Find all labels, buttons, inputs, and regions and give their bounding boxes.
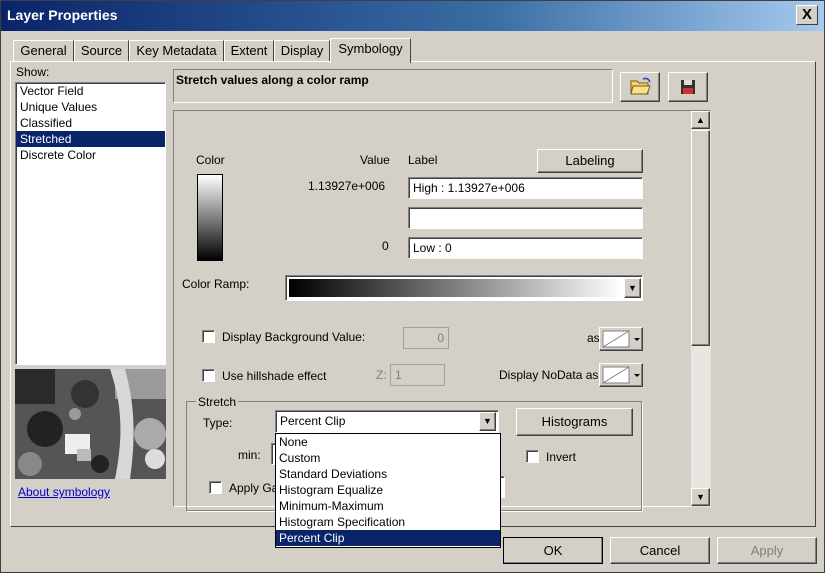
nodata-color-picker[interactable] [599, 363, 643, 387]
background-value-label: Display Background Value: [222, 330, 366, 344]
apply-gamma-label: Apply Ga [229, 481, 279, 495]
stretch-type-options[interactable]: None Custom Standard Deviations Histogra… [275, 433, 501, 548]
background-value-checkbox[interactable] [202, 330, 215, 343]
invert-checkbox[interactable] [526, 450, 539, 463]
stretch-min-label: min: [238, 448, 261, 462]
low-label-input[interactable]: Low : 0 [408, 237, 643, 259]
hillshade-label: Use hillshade effect [222, 369, 327, 383]
option-minimum-maximum[interactable]: Minimum-Maximum [276, 498, 500, 514]
tab-general[interactable]: General [13, 40, 74, 62]
labeling-button[interactable]: Labeling [537, 149, 643, 173]
z-factor-input: 1 [390, 364, 445, 386]
scroll-down-button[interactable]: ▼ [691, 488, 710, 506]
window-title: Layer Properties [7, 7, 118, 23]
option-percent-clip[interactable]: Percent Clip [276, 530, 500, 546]
background-as-label: as [587, 331, 600, 345]
chevron-down-icon[interactable]: ▼ [624, 278, 641, 298]
color-ramp-swatch [289, 279, 623, 297]
list-item-discrete-color[interactable]: Discrete Color [16, 147, 165, 163]
stretch-type-value: Percent Clip [280, 414, 346, 428]
list-item-unique-values[interactable]: Unique Values [16, 99, 165, 115]
low-value: 0 [382, 239, 389, 253]
tab-source[interactable]: Source [74, 40, 129, 62]
about-symbology-link[interactable]: About symbology [18, 485, 110, 499]
stretch-type-dropdown[interactable]: Percent Clip ▼ [275, 410, 499, 433]
list-item-vector-field[interactable]: Vector Field [16, 83, 165, 99]
renderer-description: Stretch values along a color ramp [173, 69, 613, 103]
list-item-stretched[interactable]: Stretched [16, 131, 165, 147]
apply-button: Apply [717, 537, 817, 564]
no-color-swatch-icon [602, 366, 640, 384]
value-column-header: Value [360, 153, 390, 167]
chevron-down-icon[interactable]: ▼ [479, 412, 496, 431]
arrow-down-icon: ▼ [696, 492, 705, 502]
open-layer-file-button[interactable] [620, 72, 660, 102]
folder-open-icon [630, 77, 651, 95]
stretch-group-legend: Stretch [196, 395, 239, 409]
renderer-list[interactable]: Vector Field Unique Values Classified St… [15, 82, 166, 365]
symbology-preview-image [15, 369, 166, 479]
apply-gamma-checkbox[interactable] [209, 481, 222, 494]
invert-label: Invert [546, 450, 577, 464]
ok-button[interactable]: OK [503, 537, 603, 564]
layer-properties-dialog: Layer Properties X General Source Key Me… [0, 0, 825, 573]
save-layer-file-button[interactable] [668, 72, 708, 102]
option-custom[interactable]: Custom [276, 450, 500, 466]
color-ramp-preview[interactable] [197, 174, 223, 261]
stretch-type-label: Type: [203, 416, 233, 430]
show-label: Show: [16, 65, 50, 79]
title-bar[interactable]: Layer Properties X [1, 1, 824, 31]
background-color-picker[interactable] [599, 327, 643, 351]
cancel-button[interactable]: Cancel [610, 537, 710, 564]
hillshade-checkbox[interactable] [202, 369, 215, 382]
tab-key-metadata[interactable]: Key Metadata [129, 40, 224, 62]
z-factor-label: Z: [376, 368, 387, 382]
vertical-scrollbar[interactable]: ▲ ▼ [691, 111, 711, 507]
label-column-header: Label [408, 153, 438, 167]
tab-display[interactable]: Display [274, 40, 330, 62]
no-color-swatch-icon [602, 330, 640, 348]
save-disk-icon [681, 80, 695, 94]
nodata-label: Display NoData as [499, 368, 599, 382]
close-button[interactable]: X [796, 5, 818, 25]
option-histogram-equalize[interactable]: Histogram Equalize [276, 482, 500, 498]
color-column-header: Color [196, 153, 225, 167]
option-standard-deviations[interactable]: Standard Deviations [276, 466, 500, 482]
high-label-input[interactable]: High : 1.13927e+006 [408, 177, 643, 199]
option-histogram-specification[interactable]: Histogram Specification [276, 514, 500, 530]
list-item-classified[interactable]: Classified [16, 115, 165, 131]
color-ramp-dropdown[interactable]: ▼ [285, 275, 643, 301]
tab-symbology[interactable]: Symbology [330, 38, 411, 63]
high-value: 1.13927e+006 [308, 179, 386, 193]
tab-extent[interactable]: Extent [224, 40, 274, 62]
option-none[interactable]: None [276, 434, 500, 450]
histograms-button[interactable]: Histograms [516, 408, 633, 436]
scrollbar-thumb[interactable] [691, 130, 710, 346]
scroll-up-button[interactable]: ▲ [691, 111, 710, 129]
arrow-up-icon: ▲ [696, 115, 705, 125]
middle-label-input[interactable] [408, 207, 643, 229]
color-ramp-label: Color Ramp: [182, 277, 250, 291]
background-value-input: 0 [403, 327, 449, 349]
